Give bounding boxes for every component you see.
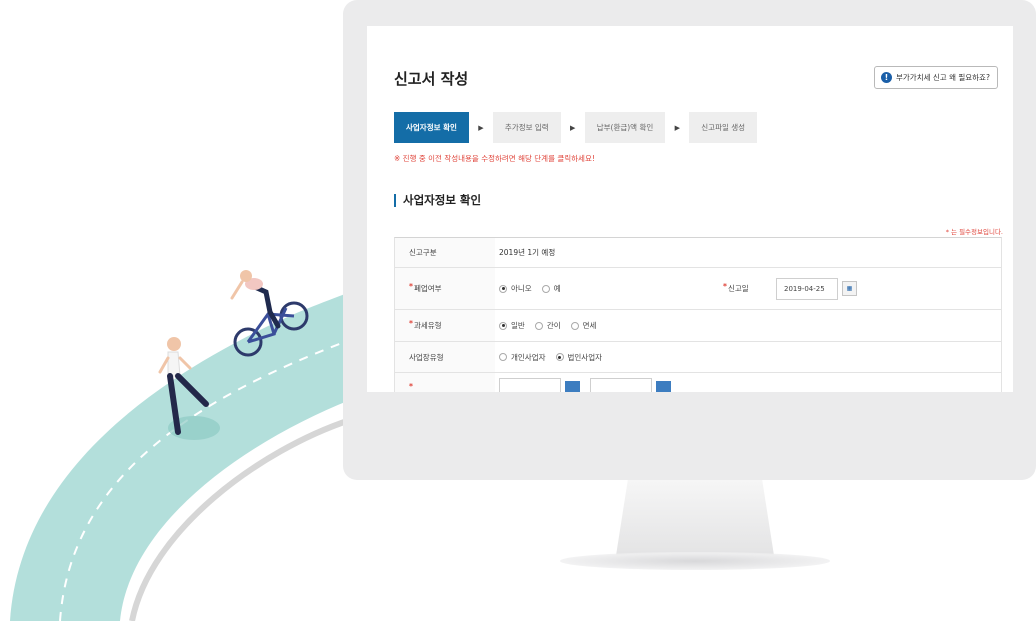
period-start-input[interactable] (499, 377, 561, 392)
report-type-label: 신고구분 (395, 238, 495, 267)
monitor-base (560, 552, 830, 570)
table-row-partial: * (395, 373, 1001, 392)
tax-type-radio-general[interactable]: 일반 (499, 320, 525, 331)
help-button-label: 부가가치세 신고 왜 필요하죠? (896, 73, 990, 82)
radio-unchecked-icon (541, 284, 550, 293)
step-payment-check[interactable]: 납부(환급)액 확인 (584, 112, 666, 143)
partial-date-range (495, 377, 1001, 392)
step-arrow-icon: ▶ (478, 123, 484, 132)
tax-type-radio-exempt[interactable]: 면세 (570, 320, 597, 331)
table-row: 사업장유형 개인사업자 법인사업자 (395, 342, 1001, 373)
required-star-icon: * (409, 319, 413, 328)
radio-unchecked-icon (570, 321, 579, 330)
radio-label: 법인사업자 (567, 352, 603, 362)
promo-stage: 신고서 작성 ! 부가가치세 신고 왜 필요하죠? 사업자정보 확인 ▶ 추가정… (0, 0, 1036, 621)
biz-type-radio-corporate[interactable]: 법인사업자 (555, 352, 603, 363)
tax-type-options: 일반 간이 면세 (495, 320, 1001, 331)
step-file-create[interactable]: 신고파일 생성 (689, 112, 758, 143)
biz-type-label: 사업장유형 (395, 342, 495, 372)
closure-label: 폐업여부 (413, 284, 442, 293)
calendar-icon[interactable] (565, 381, 580, 392)
period-end-input[interactable] (590, 377, 652, 392)
tax-type-radio-simple[interactable]: 간이 (534, 320, 561, 331)
step-notice: ※ 진행 중 이전 작성내용을 수정하려면 해당 단계를 클릭하세요! (394, 154, 595, 163)
calendar-icon[interactable]: ▦ (842, 281, 857, 296)
radio-label: 아니오 (511, 284, 532, 293)
radio-label: 간이 (546, 321, 561, 330)
closure-options: 아니오 예 (495, 283, 717, 294)
step-business-info[interactable]: 사업자정보 확인 (394, 112, 469, 143)
cyclist-figure (230, 270, 309, 357)
required-star-icon: * (723, 282, 727, 291)
table-row: * 과세유형 일반 간이 면세 (395, 310, 1001, 342)
report-date-label: 신고일 (727, 284, 749, 293)
monitor-stand (615, 480, 775, 562)
partial-label-cell: * (395, 373, 495, 392)
report-type-value: 2019년 1기 예정 (499, 248, 556, 257)
monitor-frame: 신고서 작성 ! 부가가치세 신고 왜 필요하죠? 사업자정보 확인 ▶ 추가정… (343, 0, 1036, 480)
radio-unchecked-icon (534, 321, 543, 330)
closure-label-cell: * 폐업여부 (395, 268, 495, 309)
step-arrow-icon: ▶ (570, 123, 576, 132)
business-info-table: 신고구분 2019년 1기 예정 * 폐업여부 아니오 예 * 신고일 2019… (394, 237, 1002, 392)
required-star-icon: * (409, 282, 413, 291)
radio-checked-icon (555, 353, 564, 361)
table-row: * 폐업여부 아니오 예 * 신고일 2019-04-25 ▦ (395, 268, 1001, 310)
radio-checked-icon (499, 284, 507, 293)
radio-unchecked-icon (499, 353, 507, 361)
section-title: 사업자정보 확인 (394, 194, 481, 207)
report-date-input[interactable]: 2019-04-25 (776, 277, 838, 300)
radio-label: 일반 (511, 321, 525, 330)
step-arrow-icon: ▶ (674, 123, 680, 132)
radio-label: 면세 (582, 321, 597, 330)
tax-type-label: 과세유형 (413, 321, 442, 330)
required-star-icon: * (409, 382, 413, 391)
runner-figure (158, 337, 220, 440)
step-additional-info[interactable]: 추가정보 입력 (492, 112, 561, 143)
tax-type-label-cell: * 과세유형 (395, 310, 495, 341)
biz-type-options: 개인사업자 법인사업자 (495, 352, 1001, 363)
step-navigation: 사업자정보 확인 ▶ 추가정보 입력 ▶ 납부(환급)액 확인 ▶ 신고파일 생… (394, 112, 758, 143)
monitor-screen: 신고서 작성 ! 부가가치세 신고 왜 필요하죠? 사업자정보 확인 ▶ 추가정… (367, 26, 1013, 392)
page-title: 신고서 작성 (394, 70, 469, 88)
closure-radio-no[interactable]: 아니오 (499, 283, 532, 294)
report-date-cell: 2019-04-25 ▦ (772, 277, 1001, 300)
radio-checked-icon (499, 321, 507, 330)
required-note: * 는 필수정보입니다. (945, 228, 1003, 236)
table-row: 신고구분 2019년 1기 예정 (395, 238, 1001, 268)
biz-type-radio-individual[interactable]: 개인사업자 (499, 352, 546, 363)
radio-label: 개인사업자 (511, 352, 546, 362)
help-button[interactable]: ! 부가가치세 신고 왜 필요하죠? (874, 66, 998, 89)
calendar-icon[interactable] (656, 381, 671, 392)
info-icon: ! (881, 72, 892, 83)
radio-label: 예 (553, 284, 561, 293)
closure-radio-yes[interactable]: 예 (541, 283, 561, 294)
report-date-label-cell: * 신고일 (717, 268, 772, 309)
